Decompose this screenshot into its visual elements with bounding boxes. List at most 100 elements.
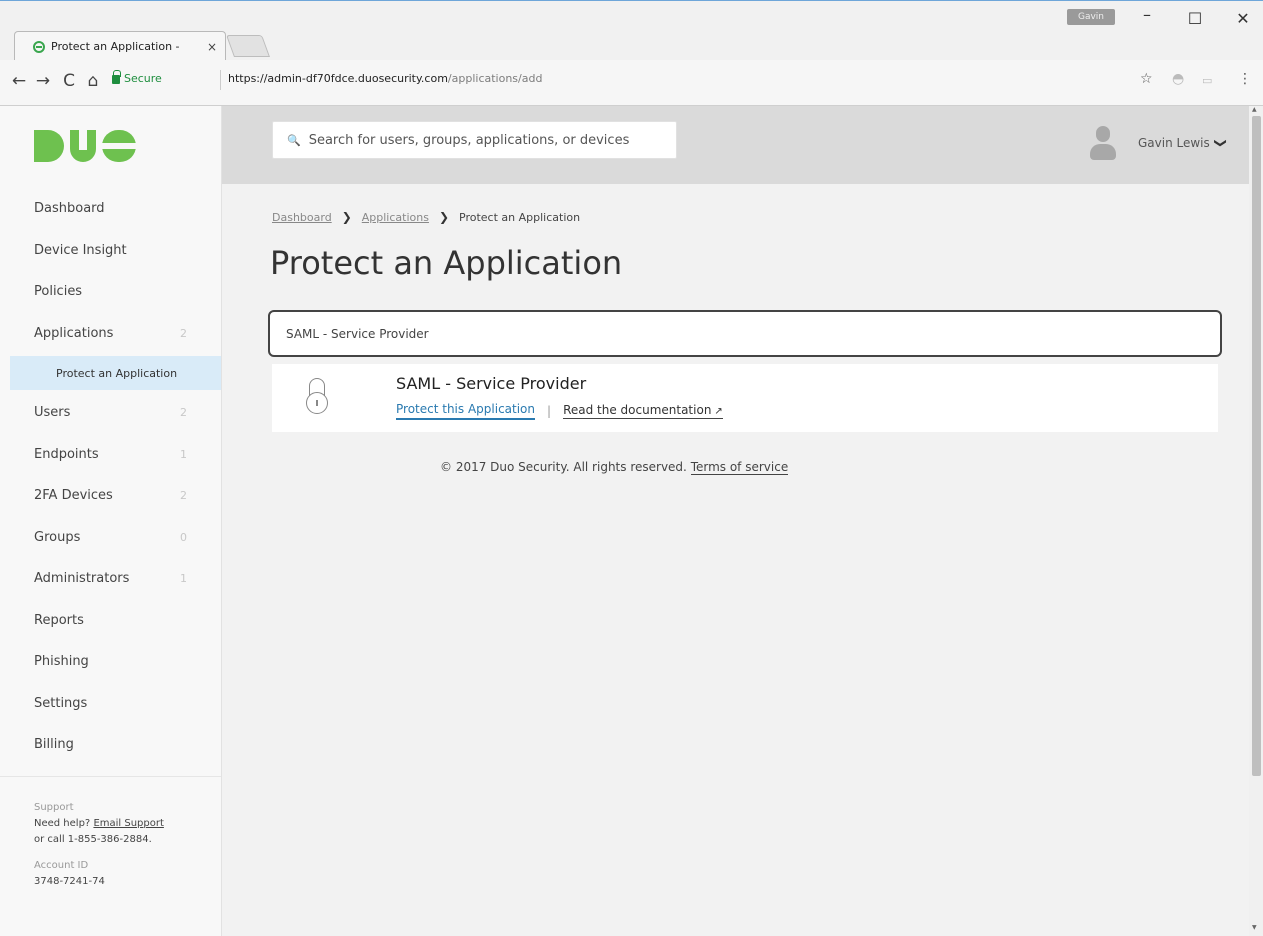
avatar bbox=[1090, 126, 1116, 160]
action-separator: | bbox=[547, 404, 552, 418]
padlock-icon bbox=[112, 70, 121, 84]
sidebar-item-count: 2 bbox=[180, 406, 187, 420]
back-arrow-icon[interactable]: ← bbox=[8, 71, 30, 91]
top-header: 🔍 Search for users, groups, applications… bbox=[222, 106, 1249, 184]
sidebar-item-label: Users bbox=[34, 405, 71, 421]
duo-logo[interactable] bbox=[34, 130, 136, 162]
sidebar-item-groups[interactable]: Groups 0 bbox=[0, 517, 221, 559]
browser-tab[interactable]: Protect an Application - × bbox=[14, 31, 226, 61]
new-tab-button[interactable] bbox=[225, 35, 271, 57]
sidebar: Dashboard Device Insight Policies Applic… bbox=[0, 106, 222, 936]
breadcrumb-dashboard[interactable]: Dashboard bbox=[272, 211, 332, 224]
page-title: Protect an Application bbox=[270, 244, 623, 282]
tab-title: Protect an Application - bbox=[51, 40, 180, 53]
url-host: https://admin-df70fdce.duosecurity.com bbox=[228, 72, 448, 85]
search-icon: 🔍 bbox=[287, 133, 301, 147]
home-icon[interactable]: ⌂ bbox=[82, 71, 104, 91]
secure-indicator[interactable]: Secure bbox=[112, 70, 162, 85]
sidebar-item-dashboard[interactable]: Dashboard bbox=[0, 188, 221, 230]
user-menu[interactable]: Gavin Lewis ❯ bbox=[1090, 126, 1228, 160]
browser-titlebar: Protect an Application - × Gavin – ☐ ✕ bbox=[0, 0, 1263, 61]
need-help-text: Need help? bbox=[34, 818, 91, 829]
close-window-button[interactable]: ✕ bbox=[1228, 9, 1258, 28]
lock-keyhole bbox=[316, 400, 318, 406]
read-documentation-link[interactable]: Read the documentation ↗ bbox=[563, 403, 723, 419]
copyright-text: © 2017 Duo Security. All rights reserved… bbox=[440, 460, 687, 474]
address-bar[interactable]: https://admin-df70fdce.duosecurity.com/a… bbox=[228, 72, 542, 85]
maximize-button[interactable]: ☐ bbox=[1180, 9, 1210, 28]
sidebar-item-administrators[interactable]: Administrators 1 bbox=[0, 558, 221, 600]
scroll-up-arrow-icon[interactable]: ▲ bbox=[1252, 106, 1257, 113]
sidebar-item-reports[interactable]: Reports bbox=[0, 600, 221, 642]
sidebar-item-billing[interactable]: Billing bbox=[0, 724, 221, 766]
profile-badge[interactable]: Gavin bbox=[1067, 9, 1115, 25]
protect-application-link[interactable]: Protect this Application bbox=[396, 402, 536, 420]
browser-toolbar: ← → C ⌂ Secure https://admin-df70fdce.du… bbox=[0, 60, 1263, 106]
address-divider bbox=[220, 70, 221, 90]
page-footer: © 2017 Duo Security. All rights reserved… bbox=[440, 460, 789, 475]
sidebar-item-2fa-devices[interactable]: 2FA Devices 2 bbox=[0, 475, 221, 517]
sidebar-item-label: Phishing bbox=[34, 654, 89, 670]
tab-close-icon[interactable]: × bbox=[207, 40, 217, 54]
forward-arrow-icon[interactable]: → bbox=[32, 71, 54, 91]
search-input[interactable]: 🔍 Search for users, groups, applications… bbox=[272, 121, 677, 159]
breadcrumb-current: Protect an Application bbox=[459, 210, 581, 224]
sidebar-item-label: Device Insight bbox=[34, 242, 127, 258]
sidebar-item-label: Endpoints bbox=[34, 446, 99, 462]
extension-icon[interactable]: ◓ bbox=[1172, 71, 1184, 87]
sidebar-item-label: Dashboard bbox=[34, 201, 105, 217]
sidebar-item-count: 0 bbox=[180, 530, 187, 544]
sidebar-item-settings[interactable]: Settings bbox=[0, 683, 221, 725]
minimize-button[interactable]: – bbox=[1132, 5, 1162, 24]
sidebar-item-label: Administrators bbox=[34, 571, 130, 587]
scrollbar-thumb[interactable] bbox=[1252, 116, 1261, 776]
docs-link-label: Read the documentation bbox=[563, 403, 712, 417]
breadcrumb-separator-icon: ❯ bbox=[438, 210, 450, 224]
sidebar-item-label: Policies bbox=[34, 284, 83, 300]
application-name: SAML - Service Provider bbox=[396, 374, 587, 393]
sidebar-item-count: 1 bbox=[180, 447, 187, 461]
reload-icon[interactable]: C bbox=[58, 71, 80, 91]
sidebar-item-count: 2 bbox=[180, 489, 187, 503]
logo-d bbox=[34, 130, 64, 162]
user-name: Gavin Lewis bbox=[1138, 136, 1210, 150]
page-scrollbar[interactable]: ▲ ▼ bbox=[1249, 106, 1263, 936]
sidebar-subitem-protect-application[interactable]: Protect an Application bbox=[10, 356, 221, 390]
browser-menu-icon[interactable]: ⋮ bbox=[1238, 71, 1252, 87]
sidebar-item-label: Groups bbox=[34, 529, 81, 545]
secure-label: Secure bbox=[124, 72, 162, 85]
account-id-value: 3748-7241-74 bbox=[34, 876, 105, 887]
application-filter-input[interactable] bbox=[268, 310, 1222, 357]
bookmark-star-icon[interactable]: ☆ bbox=[1140, 71, 1153, 87]
search-placeholder: Search for users, groups, applications, … bbox=[308, 132, 630, 148]
sidebar-item-device-insight[interactable]: Device Insight bbox=[0, 230, 221, 272]
support-phone: or call 1-855-386-2884. bbox=[34, 834, 152, 845]
avatar-head bbox=[1096, 126, 1110, 142]
sidebar-nav: Dashboard Device Insight Policies Applic… bbox=[0, 188, 221, 766]
sidebar-item-count: 1 bbox=[180, 572, 187, 586]
duo-favicon-icon bbox=[33, 40, 45, 53]
sidebar-divider bbox=[0, 776, 221, 777]
scroll-down-arrow-icon[interactable]: ▼ bbox=[1252, 924, 1257, 931]
url-path: /applications/add bbox=[447, 72, 543, 85]
support-help-line: Need help? Email Support bbox=[34, 816, 164, 832]
application-actions: Protect this Application | Read the docu… bbox=[396, 402, 723, 420]
support-heading: Support bbox=[34, 802, 74, 813]
sidebar-item-label: Reports bbox=[34, 612, 84, 628]
chevron-down-icon: ❯ bbox=[1213, 137, 1228, 149]
extension-icon-2[interactable]: ▭ bbox=[1202, 74, 1212, 87]
breadcrumb-applications[interactable]: Applications bbox=[362, 211, 429, 224]
application-result-card: SAML - Service Provider Protect this App… bbox=[272, 364, 1218, 432]
sidebar-item-phishing[interactable]: Phishing bbox=[0, 641, 221, 683]
breadcrumb: Dashboard ❯ Applications ❯ Protect an Ap… bbox=[272, 210, 580, 224]
sidebar-item-endpoints[interactable]: Endpoints 1 bbox=[0, 434, 221, 476]
avatar-body bbox=[1090, 144, 1116, 160]
terms-of-service-link[interactable]: Terms of service bbox=[690, 460, 789, 475]
logo-u bbox=[70, 130, 96, 162]
email-support-link[interactable]: Email Support bbox=[93, 818, 163, 829]
main-content: 🔍 Search for users, groups, applications… bbox=[222, 106, 1249, 936]
sidebar-item-applications[interactable]: Applications 2 bbox=[0, 313, 221, 355]
sidebar-item-policies[interactable]: Policies bbox=[0, 271, 221, 313]
sidebar-item-users[interactable]: Users 2 bbox=[0, 392, 221, 434]
sidebar-item-label: Settings bbox=[34, 695, 88, 711]
